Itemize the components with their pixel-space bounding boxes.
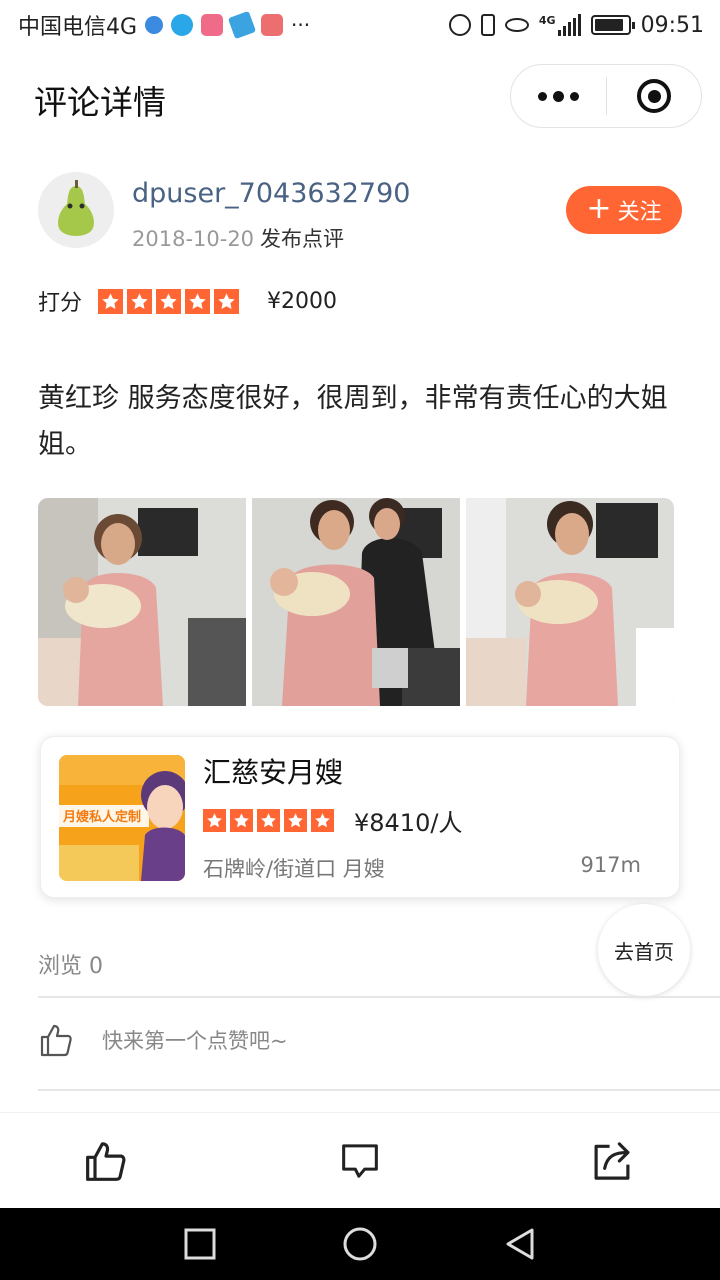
target-icon xyxy=(637,79,671,113)
star-icon xyxy=(127,288,153,314)
comment-button[interactable] xyxy=(336,1137,384,1185)
review-photo-1[interactable] xyxy=(38,498,246,706)
miniprogram-capsule xyxy=(510,64,702,128)
review-date: 2018-10-20 xyxy=(132,227,255,251)
shop-price: ¥8410/人 xyxy=(354,809,463,837)
star-icon xyxy=(230,809,253,832)
shop-distance: 917m xyxy=(580,853,641,877)
go-home-button[interactable]: 去首页 xyxy=(598,904,690,996)
star-icon xyxy=(257,809,280,832)
review-action: 发布点评 xyxy=(260,227,345,251)
video-app-icon xyxy=(171,14,194,36)
shop-stars xyxy=(203,809,334,832)
divider xyxy=(38,1089,720,1091)
star-icon xyxy=(214,288,240,314)
thumbs-up-outline-icon[interactable] xyxy=(38,1022,74,1058)
page-title: 评论详情 xyxy=(34,83,166,122)
status-bar: 中国电信4G ··· 4G 09:51 xyxy=(0,0,720,50)
home-icon[interactable] xyxy=(342,1226,378,1262)
plus-icon: + xyxy=(586,190,612,226)
star-icon xyxy=(185,288,211,314)
signal-icon xyxy=(557,14,581,36)
system-navigation-bar xyxy=(0,1208,720,1280)
comment-icon xyxy=(342,1144,378,1178)
star-icon xyxy=(311,809,334,832)
back-icon[interactable] xyxy=(502,1226,538,1262)
follow-label: 关注 xyxy=(617,200,662,225)
review-text: 黄红珍 服务态度很好，很周到，非常有责任心的大姐姐。 xyxy=(38,383,668,460)
star-icon xyxy=(203,809,226,832)
shop-thumbnail-text: 月嫂私人定制 xyxy=(62,809,141,825)
pear-icon xyxy=(38,172,114,248)
message-app-icon xyxy=(227,10,257,40)
follow-button[interactable]: + 关注 xyxy=(566,186,682,234)
share-icon xyxy=(594,1142,630,1180)
battery-icon xyxy=(590,15,635,35)
paw-app-icon xyxy=(145,16,164,34)
shop-thumbnail: 月嫂私人定制 xyxy=(59,755,185,881)
share-button[interactable] xyxy=(588,1137,636,1185)
shop-location: 石牌岭/街道口 月嫂 xyxy=(203,857,385,881)
clock: 09:51 xyxy=(640,12,704,38)
thumbs-up-icon xyxy=(86,1142,126,1181)
more-menu-button[interactable] xyxy=(511,65,606,127)
music-app-icon xyxy=(201,14,224,36)
avatar[interactable] xyxy=(38,172,114,248)
like-prompt: 快来第一个点赞吧~ xyxy=(102,1029,288,1053)
bottom-action-bar xyxy=(0,1112,720,1208)
recent-apps-icon[interactable] xyxy=(182,1226,218,1262)
eye-icon xyxy=(504,18,529,32)
author-name[interactable]: dpuser_7043632790 xyxy=(132,178,410,209)
star-icon xyxy=(156,288,182,314)
review-meta: 2018-10-20 发布点评 xyxy=(132,223,344,253)
review-photos xyxy=(38,498,674,706)
alarm-icon xyxy=(448,14,471,36)
notification-icons: ··· xyxy=(145,10,311,40)
star-icon xyxy=(284,809,307,832)
more-notifications-icon: ··· xyxy=(291,13,311,37)
review-photo-2[interactable] xyxy=(252,498,460,706)
star-icon xyxy=(98,288,124,314)
carrier-label: 中国电信4G xyxy=(18,15,138,40)
navigation-bar: 评论详情 xyxy=(0,50,720,146)
shop-rating: ¥8410/人 xyxy=(203,803,462,838)
like-button[interactable] xyxy=(82,1137,130,1185)
shop-name: 汇慈安月嫂 xyxy=(203,756,344,789)
close-miniprogram-button[interactable] xyxy=(607,65,701,127)
review-price: ¥2000 xyxy=(267,288,338,314)
view-count: 浏览 0 xyxy=(38,954,103,979)
review-stars xyxy=(98,288,240,314)
network-type: 4G xyxy=(538,13,556,27)
weibo-app-icon xyxy=(261,14,284,36)
shop-card[interactable]: 月嫂私人定制 汇慈安月嫂 ¥8410/人 石牌岭/街道口 月嫂 917m xyxy=(40,736,680,898)
review-photo-3[interactable] xyxy=(466,498,674,706)
vibrate-icon xyxy=(480,14,495,36)
divider xyxy=(38,996,720,998)
rating-row: 打分 ¥2000 xyxy=(38,284,337,318)
like-row: 快来第一个点赞吧~ xyxy=(38,1022,288,1058)
rating-label: 打分 xyxy=(38,291,83,316)
